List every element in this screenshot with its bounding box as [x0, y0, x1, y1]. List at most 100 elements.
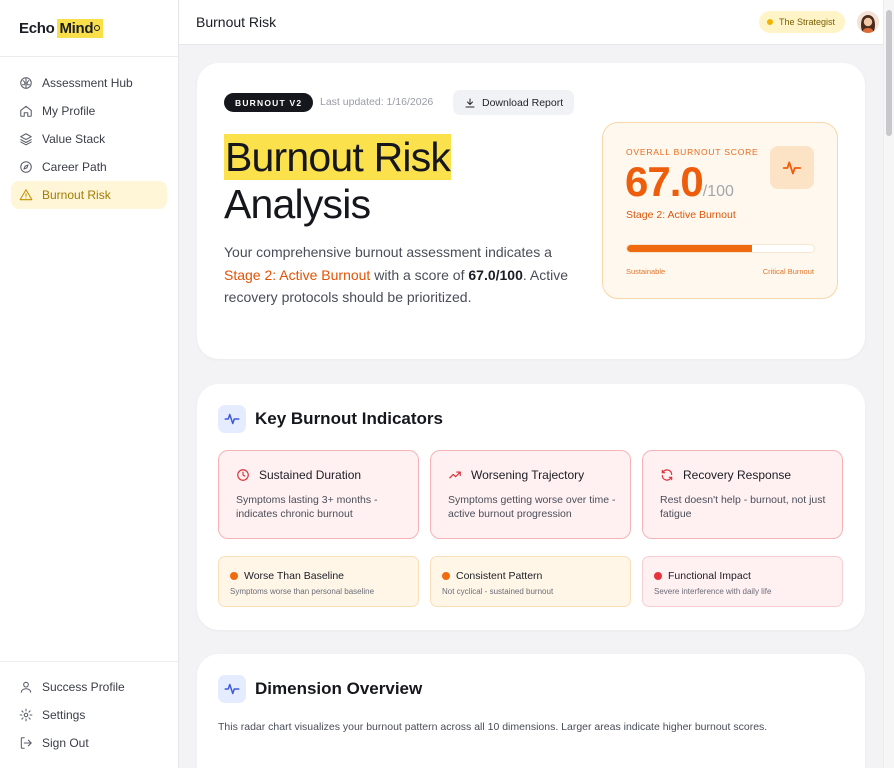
factor-desc: Severe interference with daily life: [654, 587, 772, 596]
indicator-header: Recovery Response: [660, 468, 791, 482]
section-icon-box: [218, 405, 246, 433]
indicator-header: Sustained Duration: [236, 468, 361, 482]
indicator-title: Sustained Duration: [259, 468, 362, 482]
section-header: Key Burnout Indicators: [218, 405, 443, 433]
dimension-desc: This radar chart visualizes your burnout…: [218, 721, 768, 733]
status-dot-icon: [442, 572, 450, 580]
sidebar-bottom: Success Profile Settings Sign Out: [11, 673, 167, 757]
score-value: 67.0/100: [625, 159, 734, 215]
factor-header: Functional Impact: [654, 570, 751, 582]
version-badge: BURNOUT V2: [224, 93, 314, 112]
section-icon-box: [218, 675, 246, 703]
indicator-desc: Rest doesn't help - burnout, not just fa…: [660, 494, 826, 520]
score-stage: Stage 2: Active Burnout: [626, 209, 736, 221]
persona-badge[interactable]: The Strategist: [758, 11, 845, 33]
sidebar-nav: Assessment Hub My Profile Value Stack Ca…: [0, 57, 178, 209]
user-icon: [20, 681, 32, 693]
sidebar-item-label: Career Path: [42, 160, 107, 174]
logo-row: Echo Mind: [0, 0, 178, 57]
score-progress-bar: [626, 244, 815, 253]
bar-high-label: Critical Burnout: [762, 267, 814, 276]
logo-highlight-text: Mind: [59, 19, 94, 37]
hero-description: Your comprehensive burnout assessment in…: [224, 241, 579, 309]
sign-out-icon: [20, 737, 32, 749]
factor-header: Consistent Pattern: [442, 570, 542, 582]
sidebar-item-value-stack[interactable]: Value Stack: [11, 125, 167, 153]
sidebar-item-assessment-hub[interactable]: Assessment Hub: [11, 69, 167, 97]
sidebar-item-sign-out[interactable]: Sign Out: [11, 729, 167, 757]
sidebar-item-my-profile[interactable]: My Profile: [11, 97, 167, 125]
factor-title: Worse Than Baseline: [244, 570, 345, 582]
sidebar-item-success-profile[interactable]: Success Profile: [11, 673, 167, 701]
brain-icon: [20, 77, 32, 89]
section-header: Dimension Overview: [218, 675, 422, 703]
page-title: Burnout Risk: [196, 14, 277, 30]
factor-desc: Symptoms worse than personal baseline: [230, 587, 375, 596]
page-scrollbar[interactable]: [883, 0, 894, 768]
logo-text: Echo: [19, 19, 55, 37]
compass-icon: [20, 161, 32, 173]
sidebar-item-label: Settings: [42, 708, 86, 722]
avatar[interactable]: [857, 11, 879, 33]
download-label: Download Report: [482, 96, 564, 109]
desc-stage: Stage 2: Active Burnout: [224, 266, 371, 283]
topbar: Burnout Risk The Strategist: [179, 0, 883, 45]
sidebar-item-label: Success Profile: [42, 680, 125, 694]
factor-card-consistent-pattern: Consistent Pattern Not cyclical - sustai…: [430, 556, 631, 607]
section-title: Dimension Overview: [255, 679, 423, 698]
gear-icon: [19, 708, 33, 722]
indicator-desc: Symptoms getting worse over time - activ…: [448, 494, 616, 520]
factor-card-functional-impact: Functional Impact Severe interference wi…: [642, 556, 843, 607]
last-updated: Last updated: 1/16/2026: [320, 96, 434, 108]
hero-title-rest: Analysis: [224, 181, 371, 227]
indicator-title: Recovery Response: [683, 468, 792, 482]
activity-icon: [782, 161, 802, 174]
factor-title: Consistent Pattern: [456, 570, 543, 582]
activity-icon: [224, 683, 240, 695]
burnout-score-panel: OVERALL BURNOUT SCORE 67.0/100 Stage 2: …: [602, 122, 838, 299]
factor-title: Functional Impact: [668, 570, 751, 582]
indicator-desc: Symptoms lasting 3+ months - indicates c…: [236, 494, 378, 520]
indicator-title: Worsening Trajectory: [471, 468, 585, 482]
trending-up-icon: [449, 471, 461, 479]
sidebar-item-career-path[interactable]: Career Path: [11, 153, 167, 181]
indicator-card-worsening-trajectory: Worsening Trajectory Symptoms getting wo…: [430, 450, 631, 539]
hero-title-highlight: Burnout Risk: [224, 134, 452, 180]
persona-label: The Strategist: [778, 17, 835, 27]
hero-card: BURNOUT V2 Last updated: 1/16/2026 Downl…: [197, 63, 865, 359]
download-report-button[interactable]: Download Report: [453, 90, 575, 115]
sidebar-item-label: My Profile: [42, 104, 96, 118]
desc-text: Your comprehensive burnout assessment in…: [224, 244, 552, 260]
section-title: Key Burnout Indicators: [255, 409, 443, 428]
indicator-card-sustained-duration: Sustained Duration Symptoms lasting 3+ m…: [218, 450, 419, 539]
desc-text: with a score of: [370, 266, 469, 283]
hero-title: Burnout Risk Analysis: [224, 134, 452, 228]
score-max: /100: [702, 183, 734, 200]
sidebar-item-label: Sign Out: [42, 736, 89, 750]
sidebar-item-burnout-risk[interactable]: Burnout Risk: [11, 181, 167, 209]
sidebar: Echo Mind Assessment Hub My Profile Value…: [0, 0, 179, 768]
factor-desc: Not cyclical - sustained burnout: [442, 587, 554, 596]
score-progress-fill: [627, 245, 753, 252]
logo-highlight: Mind: [57, 18, 104, 38]
refresh-icon: [661, 469, 673, 481]
activity-icon: [224, 413, 240, 425]
sidebar-item-label: Burnout Risk: [42, 188, 111, 202]
sidebar-item-settings[interactable]: Settings: [11, 701, 167, 729]
score-label: OVERALL BURNOUT SCORE: [626, 147, 759, 157]
persona-dot-icon: [766, 19, 773, 25]
desc-score: 67.0/100: [468, 266, 523, 283]
dimension-overview-card: Dimension Overview This radar chart visu…: [197, 654, 865, 768]
sidebar-item-label: Assessment Hub: [42, 76, 133, 90]
scrollbar-thumb[interactable]: [886, 10, 892, 136]
factor-card-worse-than-baseline: Worse Than Baseline Symptoms worse than …: [218, 556, 419, 607]
status-dot-icon: [230, 572, 238, 580]
clock-icon: [237, 469, 249, 481]
echomind-logo[interactable]: Echo Mind: [19, 18, 104, 38]
factor-header: Worse Than Baseline: [230, 570, 344, 582]
sidebar-item-label: Value Stack: [42, 132, 106, 146]
bar-low-label: Sustainable: [626, 267, 666, 276]
pulse-badge: [770, 146, 814, 189]
score-number: 67.0: [625, 158, 704, 205]
warning-icon: [19, 189, 33, 201]
